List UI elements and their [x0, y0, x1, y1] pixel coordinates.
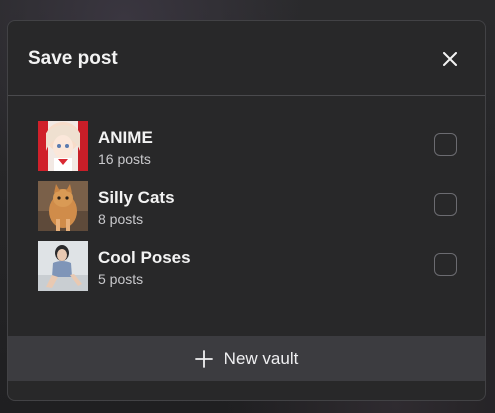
vault-name: ANIME: [98, 128, 153, 147]
new-vault-label: New vault: [223, 348, 299, 368]
dialog-title: Save post: [28, 48, 118, 69]
new-vault-button[interactable]: New vault: [8, 336, 485, 381]
vault-item-anime[interactable]: ANIME 16 posts: [8, 117, 485, 177]
dialog-header: Save post: [8, 21, 485, 96]
vault-name: Silly Cats: [98, 188, 175, 207]
vault-list: ANIME 16 posts Silly Cats 8 posts Cool P…: [8, 117, 485, 297]
vault-name: Cool Poses: [98, 248, 191, 267]
vault-item-cool-poses[interactable]: Cool Poses 5 posts: [8, 237, 485, 297]
vault-post-count: 8 posts: [98, 211, 144, 227]
close-icon: [443, 52, 457, 66]
vault-post-count: 16 posts: [98, 151, 151, 167]
vault-checkbox[interactable]: [434, 253, 457, 276]
cat-thumbnail: [38, 181, 88, 231]
vault-item-silly-cats[interactable]: Silly Cats 8 posts: [8, 177, 485, 237]
save-post-dialog: Save post ANIME 16 posts Silly Cats 8 po…: [7, 20, 486, 401]
vault-checkbox[interactable]: [434, 133, 457, 156]
vault-checkbox[interactable]: [434, 193, 457, 216]
person-pose-thumbnail: [38, 241, 88, 291]
new-vault-content: New vault: [194, 348, 299, 369]
close-button[interactable]: [439, 48, 461, 70]
vault-post-count: 5 posts: [98, 271, 144, 287]
anime-girl-thumbnail: [38, 121, 88, 171]
plus-icon: [194, 349, 213, 368]
